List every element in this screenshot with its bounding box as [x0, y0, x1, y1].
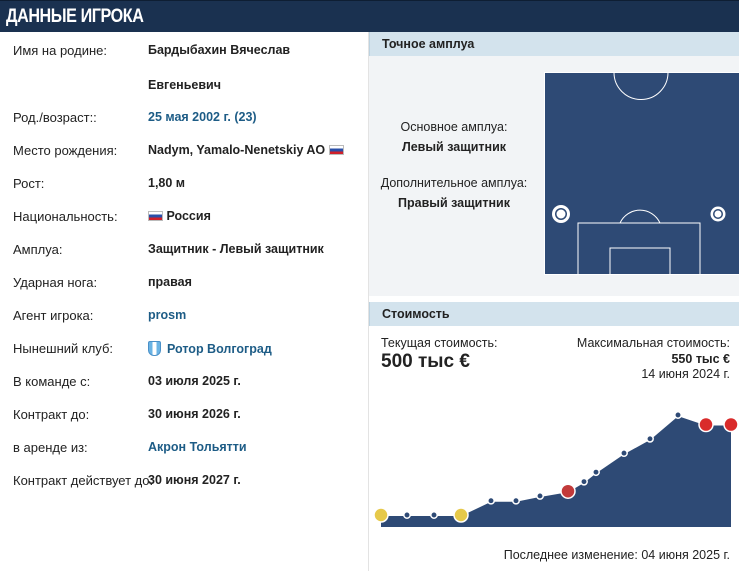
russia-flag-icon: [328, 145, 344, 155]
market-value-area: Текущая стоимость: 500 тыс € Максимальна…: [369, 326, 739, 571]
club-crest-icon: [453, 507, 469, 523]
chart-point: [646, 434, 654, 443]
chart-point: [430, 511, 438, 519]
current-value-label: Текущая стоимость:: [381, 336, 498, 350]
club-crest-icon: [723, 416, 739, 433]
chart-point: [674, 411, 682, 419]
chart-point: [487, 496, 495, 505]
chart-area: [381, 415, 731, 527]
position-pitch: [544, 72, 739, 275]
club-crest-icon: [373, 507, 389, 523]
birth-date-link[interactable]: 25 мая 2002 г. (23): [148, 110, 257, 124]
main-position-value: Левый защитник: [401, 140, 507, 154]
russia-flag-icon: [148, 211, 163, 221]
loan-club-link[interactable]: Акрон Тольятти: [148, 440, 247, 454]
main-position-label: Основное амплуа:: [400, 120, 508, 134]
page-title: ДАННЫЕ ИГРОКА: [6, 6, 144, 27]
club-crest-icon: [148, 341, 161, 356]
chart-point: [403, 511, 411, 519]
market-value-chart[interactable]: [369, 386, 739, 536]
max-value-date: 14 июня 2024 г.: [641, 367, 730, 381]
market-section-header: Стоимость: [369, 302, 739, 326]
header-bar: ДАННЫЕ ИГРОКА: [0, 0, 739, 32]
other-position-label: Дополнительное амплуа:: [380, 176, 528, 190]
right-panel: Точное амплуа Основное амплуа: Левый защ…: [369, 32, 739, 571]
current-value: 500 тыс €: [381, 351, 470, 372]
chart-point: [592, 468, 600, 477]
club-crest-icon: [560, 483, 576, 499]
chart-point: [620, 449, 628, 458]
other-position-value: Правый защитник: [398, 196, 510, 210]
chart-point: [512, 496, 520, 505]
club-crest-icon: [698, 416, 714, 433]
pitch-field: [544, 72, 739, 275]
last-change-text: Последнее изменение: 04 июня 2025 г.: [503, 548, 730, 562]
chart-point: [580, 477, 588, 486]
player-info-panel: Имя на родине: Бардыбахин Вячеслав Евген…: [0, 32, 369, 571]
chart-point: [536, 492, 544, 500]
agent-link[interactable]: prosm: [148, 308, 186, 322]
position-section-header: Точное амплуа: [369, 32, 739, 56]
current-club-link[interactable]: Ротор Волгоград: [148, 341, 272, 356]
max-value-label: Максимальная стоимость:: [576, 336, 730, 350]
max-value: 550 тыс €: [671, 352, 730, 366]
